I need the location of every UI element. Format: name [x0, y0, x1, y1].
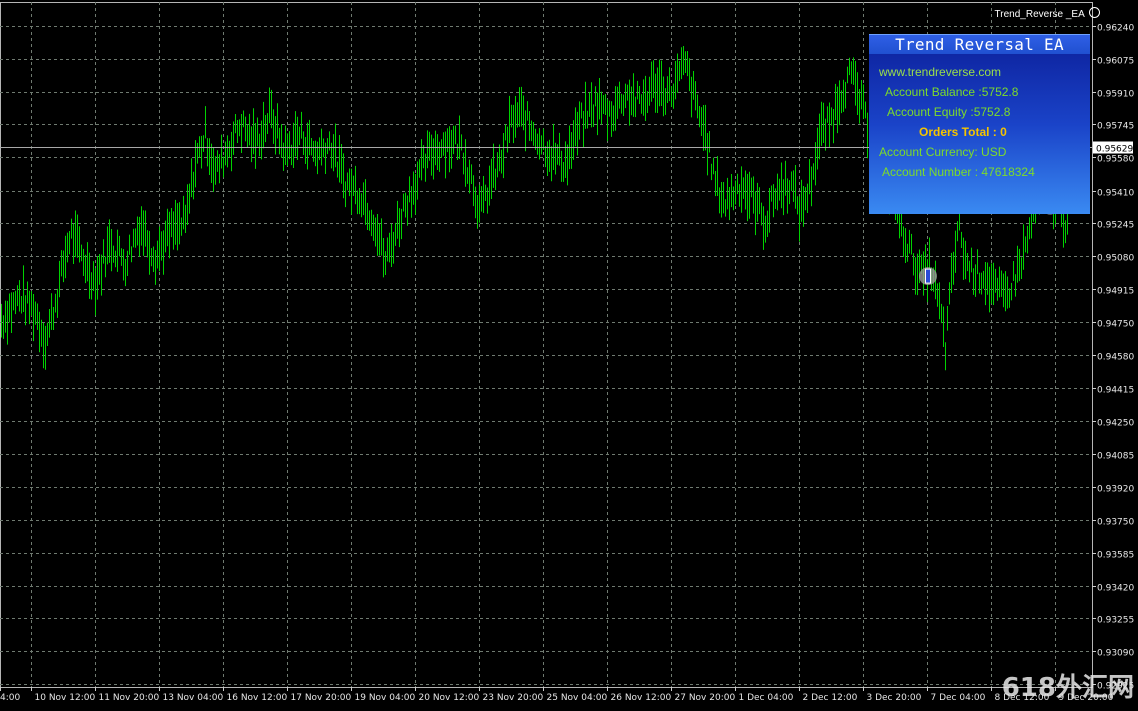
current-price-label: 0.95629 [1096, 145, 1133, 155]
x-tick-label: 17 Nov 20:00 [291, 693, 352, 703]
account-equity-text: Account Equity :5752.8 [887, 105, 1011, 119]
x-tick-label: 10 Nov 12:00 [35, 693, 96, 703]
y-tick-label: 0.94915 [1097, 287, 1134, 297]
x-tick-label: 3 Dec 20:00 [867, 693, 922, 703]
y-tick-label: 0.94085 [1097, 452, 1134, 462]
y-tick-label: 0.94580 [1097, 353, 1134, 363]
watermark-logo: 618外汇网 [1001, 673, 1134, 703]
y-tick-label: 0.94250 [1097, 419, 1134, 429]
y-tick-label: 0.93420 [1097, 584, 1134, 594]
x-tick-label: 25 Nov 04:00 [547, 693, 608, 703]
y-tick-label: 0.95080 [1097, 254, 1134, 264]
x-tick-label: 27 Nov 20:00 [675, 693, 736, 703]
y-tick-label: 0.95410 [1097, 189, 1134, 199]
x-tick-label: 19 Nov 04:00 [355, 693, 416, 703]
x-tick-label: 26 Nov 12:00 [611, 693, 672, 703]
y-tick-label: 0.94415 [1097, 386, 1134, 396]
y-tick-label: 0.95745 [1097, 122, 1134, 132]
smiley-icon [1089, 7, 1100, 18]
account-number-text: Account Number : 47618324 [882, 165, 1035, 179]
buy-arrow-icon [925, 268, 931, 284]
y-tick-label: 0.93920 [1097, 485, 1134, 495]
ea-website-link[interactable]: www.trendreverse.com [879, 65, 1001, 79]
y-tick-label: 0.93255 [1097, 616, 1134, 626]
x-tick-label: 11 Nov 20:00 [99, 693, 160, 703]
y-tick-label: 0.93585 [1097, 551, 1134, 561]
x-tick-label: 7 Dec 04:00 [931, 693, 986, 703]
x-tick-label: 1 Dec 04:00 [739, 693, 794, 703]
y-tick-label: 0.96240 [1097, 24, 1134, 34]
x-tick-label: 2 Dec 12:00 [803, 693, 858, 703]
account-currency-text: Account Currency: USD [879, 145, 1007, 159]
orders-total-text: Orders Total : 0 [919, 125, 1007, 139]
y-tick-label: 0.95580 [1097, 155, 1134, 165]
ea-panel-title: Trend Reversal EA [869, 35, 1090, 54]
account-balance-text: Account Balance :5752.8 [885, 85, 1019, 99]
x-tick-label: 4:00 [0, 693, 20, 703]
y-tick-label: 0.94750 [1097, 320, 1134, 330]
x-tick-label: 20 Nov 12:00 [419, 693, 480, 703]
x-tick-label: 13 Nov 04:00 [163, 693, 224, 703]
y-tick-label: 0.93090 [1097, 649, 1134, 659]
x-tick-label: 16 Nov 12:00 [227, 693, 288, 703]
y-tick-label: 0.96075 [1097, 57, 1134, 67]
expert-name-label: Trend_Reverse _EA [995, 6, 1100, 20]
x-tick-label: 23 Nov 20:00 [483, 693, 544, 703]
ea-info-panel: Trend Reversal EA www.trendreverse.com A… [869, 34, 1090, 214]
y-tick-label: 0.93750 [1097, 518, 1134, 528]
y-tick-label: 0.95910 [1097, 90, 1134, 100]
y-tick-label: 0.95245 [1097, 221, 1134, 231]
